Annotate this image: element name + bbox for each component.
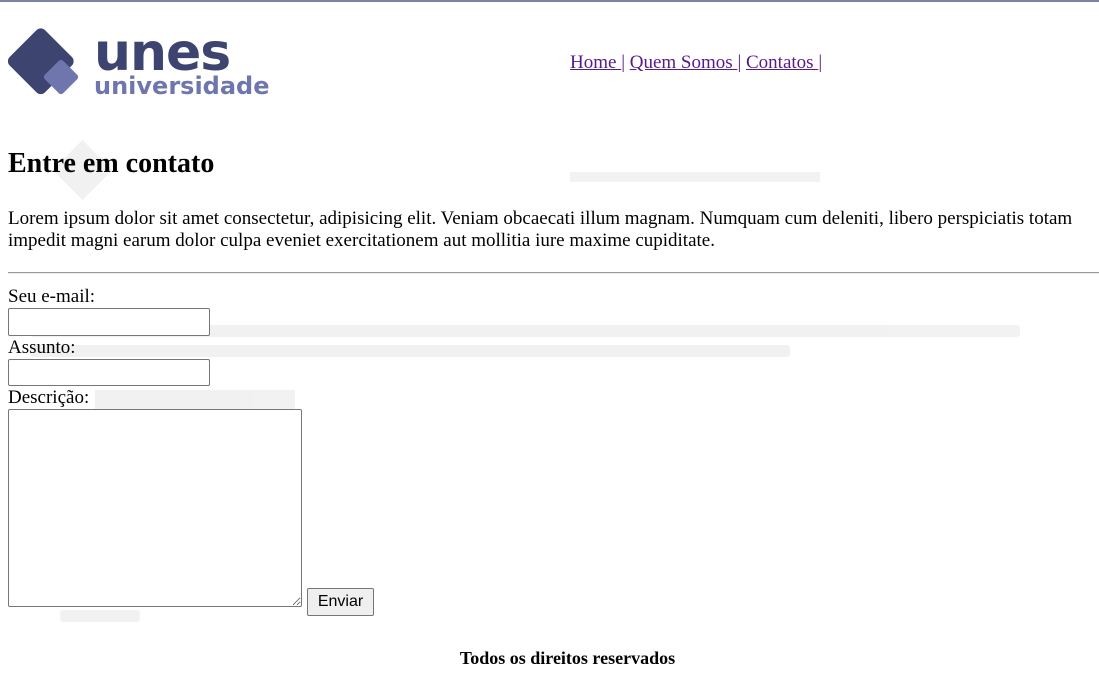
logo-subtitle: universidade: [94, 72, 270, 98]
nav-separator: |: [621, 52, 625, 73]
page-title: Entre em contato: [8, 148, 215, 179]
intro-paragraph: Lorem ipsum dolor sit amet consectetur, …: [8, 208, 1073, 251]
nav-link-home[interactable]: Home: [570, 52, 621, 73]
site-header: unes universidade Home | Quem Somos | Co…: [0, 0, 1099, 128]
submit-button[interactable]: Enviar: [307, 588, 374, 616]
main-nav: Home | Quem Somos | Contatos |: [570, 52, 822, 74]
email-field[interactable]: [8, 308, 210, 336]
email-label: Seu e-mail:: [8, 286, 96, 307]
unes-logo[interactable]: unes universidade: [8, 26, 278, 98]
description-label: Descrição:: [8, 387, 90, 408]
nav-link-contatos[interactable]: Contatos: [746, 52, 818, 73]
unes-logo-graphic: unes universidade: [8, 26, 270, 98]
nav-separator: |: [737, 52, 742, 73]
diamond-logo-icon: [8, 28, 79, 95]
page-footer: Todos os direitos reservados: [459, 648, 676, 668]
description-textarea[interactable]: [8, 409, 302, 607]
nav-link-quem-somos[interactable]: Quem Somos: [630, 52, 738, 73]
section-divider: [8, 272, 1099, 274]
subject-field[interactable]: [8, 359, 210, 386]
nav-separator: |: [818, 52, 823, 73]
subject-label: Assunto:: [8, 337, 76, 358]
